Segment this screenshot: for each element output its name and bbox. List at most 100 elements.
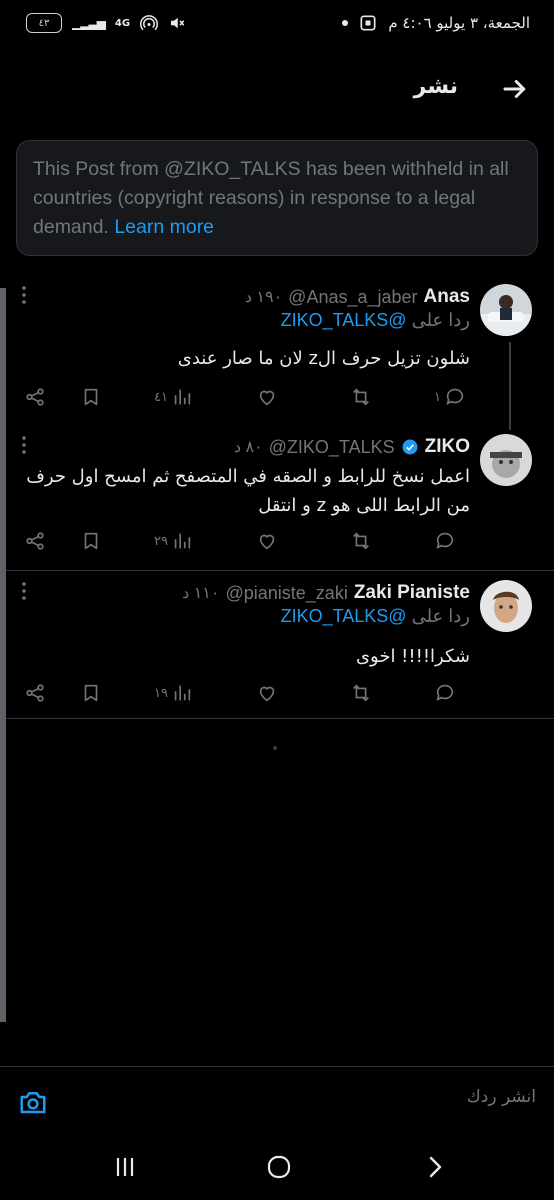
post-time: ٨٠ د	[233, 439, 263, 456]
views-button[interactable]: ٢٩	[154, 526, 193, 556]
repost-icon	[353, 684, 369, 702]
reply-input[interactable]: انشر ردك	[467, 1087, 536, 1107]
battery-level: ٤٣	[38, 17, 50, 29]
replies-count: ١	[434, 389, 441, 405]
author-line: Anas @Anas_a_jaber ١٩٠ د	[245, 284, 470, 310]
post-time: ١٩٠ د	[244, 289, 283, 306]
bookmark-button[interactable]	[80, 382, 102, 412]
reply-icon	[436, 684, 454, 701]
post-text: اعمل نسخ للرابط و الصقه في المتصفح ثم ام…	[26, 466, 470, 516]
author-name[interactable]: Anas	[424, 286, 470, 308]
reply-post[interactable]: ZIKO @ZIKO_TALKS ٨٠ د اعمل نسخ للرابط و …	[6, 434, 554, 564]
mute-icon	[171, 17, 185, 29]
views-count: ١٩	[154, 685, 168, 701]
hotspot-icon	[140, 15, 159, 31]
more-options-icon[interactable]	[20, 284, 28, 306]
repost-icon	[353, 388, 369, 406]
share-icon	[26, 388, 44, 406]
reply-to-line: ردا على @ZIKO_TALKS	[281, 606, 470, 627]
reply-button[interactable]	[434, 678, 456, 708]
recent-apps-icon[interactable]	[110, 1152, 140, 1182]
bookmark-icon	[84, 388, 98, 406]
author-handle[interactable]: @Anas_a_jaber	[288, 287, 417, 308]
page-title: نشر	[413, 74, 458, 99]
like-button[interactable]	[256, 526, 278, 556]
network-type: 4G	[114, 17, 131, 29]
verified-badge-icon	[402, 439, 418, 455]
bookmark-button[interactable]	[80, 526, 102, 556]
screenshot-icon	[360, 15, 376, 31]
home-icon[interactable]	[264, 1152, 294, 1182]
more-options-icon[interactable]	[20, 580, 28, 602]
back-arrow-icon[interactable]	[500, 74, 530, 104]
share-button[interactable]	[24, 678, 46, 708]
signal-icon: ▁▂▃▅	[72, 16, 106, 30]
post-actions: ١٩	[24, 678, 474, 708]
back-nav-icon[interactable]	[420, 1152, 450, 1182]
author-line: ZIKO @ZIKO_TALKS ٨٠ د	[234, 434, 470, 460]
reply-to-label: ردا على	[411, 606, 470, 626]
system-nav-bar	[0, 1130, 554, 1200]
bookmark-button[interactable]	[80, 678, 102, 708]
withheld-notice: This Post from @ZIKO_TALKS has been with…	[16, 140, 538, 256]
author-name[interactable]: Zaki Pianiste	[354, 582, 470, 604]
views-count: ٢٩	[154, 533, 168, 549]
post-time: ١١٠ د	[182, 585, 220, 602]
heart-icon	[259, 686, 275, 702]
views-count: ٤١	[154, 389, 168, 405]
reply-post[interactable]: Zaki Pianiste @pianiste_zaki ١١٠ د ردا ع…	[6, 580, 554, 710]
avatar[interactable]	[480, 434, 532, 486]
reply-button[interactable]	[434, 526, 456, 556]
repost-button[interactable]	[350, 382, 372, 412]
like-button[interactable]	[256, 678, 278, 708]
avatar[interactable]	[480, 580, 532, 632]
reply-to-mention[interactable]: @ZIKO_TALKS	[281, 606, 407, 626]
share-icon	[26, 684, 44, 702]
camera-icon[interactable]	[18, 1087, 48, 1117]
bookmark-icon	[84, 684, 98, 702]
share-icon	[26, 532, 44, 550]
like-button[interactable]	[256, 382, 278, 412]
reply-to-line: ردا على @ZIKO_TALKS	[281, 310, 470, 331]
reply-to-label: ردا على	[411, 310, 470, 330]
battery-indicator: ٤٣	[26, 13, 62, 33]
reply-post[interactable]: Anas @Anas_a_jaber ١٩٠ د ردا على @ZIKO_T…	[6, 284, 554, 424]
withheld-text: This Post from @ZIKO_TALKS has been with…	[33, 158, 509, 238]
reply-icon	[446, 388, 464, 405]
post-header: نشر	[0, 60, 554, 116]
status-right: الجمعة، ٣ يوليو ٤:٠٦ م	[342, 13, 530, 33]
reply-icon	[436, 532, 454, 549]
post-text: شكرا!!!! اخوى	[355, 646, 470, 667]
post-text: شلون تزيل حرف الz لان ما صار عندى	[177, 348, 470, 369]
author-line: Zaki Pianiste @pianiste_zaki ١١٠ د	[182, 580, 470, 606]
heart-icon	[259, 390, 275, 406]
author-handle[interactable]: @pianiste_zaki	[225, 583, 347, 604]
share-button[interactable]	[24, 526, 46, 556]
author-name[interactable]: ZIKO	[425, 436, 470, 458]
repost-icon	[353, 532, 369, 550]
post-actions: ٤١ ١	[24, 382, 474, 412]
notification-dot	[342, 20, 349, 26]
share-button[interactable]	[24, 382, 46, 412]
views-icon	[174, 685, 191, 701]
reply-to-mention[interactable]: @ZIKO_TALKS	[281, 310, 407, 330]
author-handle[interactable]: @ZIKO_TALKS	[269, 437, 395, 458]
status-icons: ٤٣ ▁▂▃▅ 4G	[26, 13, 186, 33]
learn-more-link[interactable]: Learn more	[114, 216, 214, 238]
repost-button[interactable]	[350, 678, 372, 708]
reply-button[interactable]: ١	[434, 382, 466, 412]
reply-composer[interactable]: انشر ردك	[0, 1066, 554, 1130]
bookmark-icon	[84, 532, 98, 550]
post-actions: ٢٩	[24, 526, 474, 556]
status-bar: ٤٣ ▁▂▃▅ 4G الجمعة، ٣ يوليو ٤:٠٦ م	[0, 0, 554, 48]
post-divider	[6, 570, 554, 571]
more-options-icon[interactable]	[20, 434, 28, 456]
avatar[interactable]	[480, 284, 532, 336]
views-button[interactable]: ٤١	[154, 382, 193, 412]
views-button[interactable]: ١٩	[154, 678, 193, 708]
repost-button[interactable]	[350, 526, 372, 556]
post-divider	[6, 718, 554, 719]
views-icon	[174, 533, 191, 549]
views-icon	[174, 389, 191, 405]
heart-icon	[259, 534, 275, 550]
